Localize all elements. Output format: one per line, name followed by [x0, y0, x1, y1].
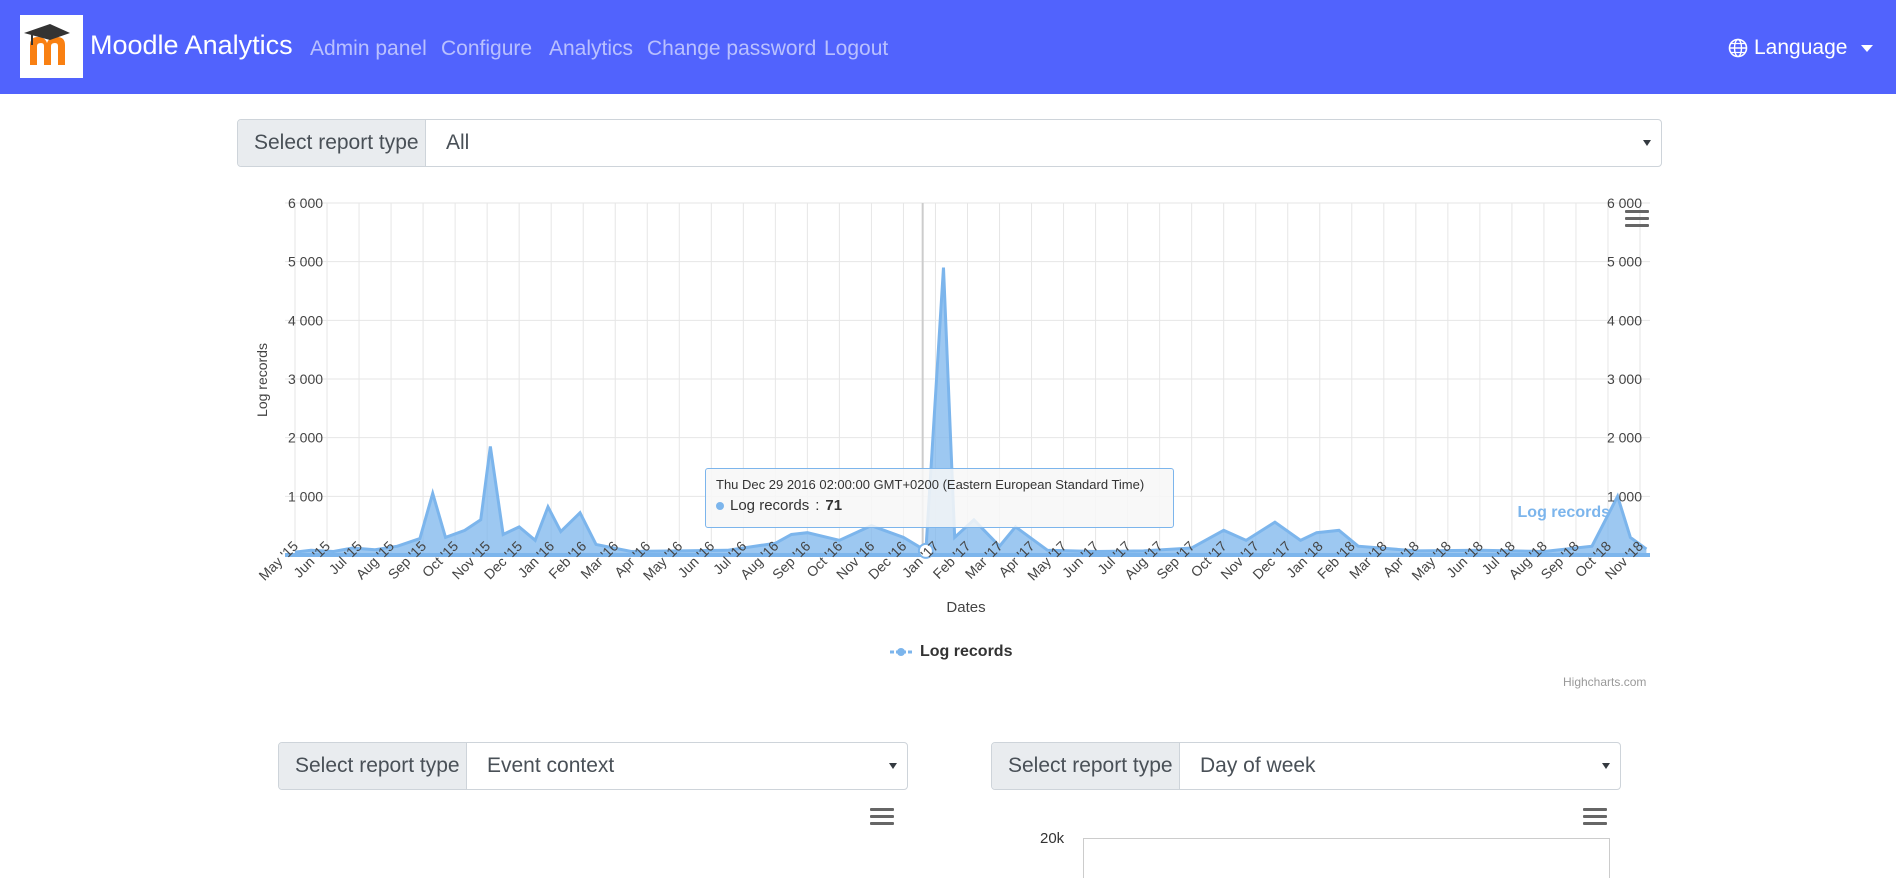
hamburger-menu-icon[interactable]	[870, 808, 894, 826]
language-label: Language	[1754, 36, 1848, 59]
nav-configure[interactable]: Configure	[441, 37, 532, 61]
globe-icon	[1728, 38, 1748, 58]
y-tick-label: 1 000	[288, 488, 323, 504]
y-tick-label-right: 2 000	[1607, 430, 1642, 446]
nav-change-password[interactable]: Change password	[647, 37, 816, 61]
y-tick-label-right: 6 000	[1607, 195, 1642, 211]
chevron-down-icon	[1602, 763, 1610, 769]
y-axis-title: Log records	[254, 343, 270, 417]
language-dropdown[interactable]: Language	[1728, 36, 1874, 60]
x-tick-label: May '15	[255, 538, 301, 584]
select-report-type-label: Select report type	[992, 743, 1180, 789]
y-tick-label-right: 4 000	[1607, 312, 1642, 328]
tooltip-series-marker	[716, 501, 724, 510]
log-records-chart[interactable]: 1 000 1 000 2 000 2 000 3 000 3 000 4 000 4 000…	[240, 190, 1660, 690]
brand-title[interactable]: Moodle Analytics	[90, 30, 293, 61]
left-report-select[interactable]: Select report type Event context	[278, 742, 908, 790]
chevron-down-icon	[889, 763, 897, 769]
moodle-logo-icon[interactable]	[20, 15, 83, 78]
series-inline-label: Log records	[1518, 504, 1611, 521]
small-chart-plot-area	[1083, 838, 1610, 878]
right-report-value: Day of week	[1200, 754, 1316, 777]
nav-logout[interactable]: Logout	[824, 37, 888, 61]
y-tick-label: 3 000	[288, 371, 323, 387]
x-tick-label: Jun '16	[674, 538, 717, 581]
x-tick-label: Jun '17	[1059, 538, 1102, 581]
right-report-select-value[interactable]: Day of week	[1180, 743, 1620, 789]
hamburger-menu-icon[interactable]	[1625, 210, 1649, 228]
nav-analytics[interactable]: Analytics	[549, 37, 633, 61]
x-axis-title: Dates	[946, 599, 985, 616]
select-report-type-label: Select report type	[238, 120, 426, 166]
y-tick-label: 5 000	[288, 254, 323, 270]
legend-label: Log records	[920, 643, 1013, 660]
tooltip-value: 71	[825, 497, 843, 514]
small-chart-ytick: 20k	[1040, 830, 1065, 847]
x-tick-label: Jun '18	[1443, 538, 1486, 581]
main-report-select-value[interactable]: All	[426, 120, 1661, 166]
nav-admin-panel[interactable]: Admin panel	[310, 37, 427, 61]
left-report-value: Event context	[487, 754, 615, 777]
tooltip-date: Thu Dec 29 2016 02:00:00 GMT+0200 (Easte…	[716, 477, 1145, 492]
navbar: Moodle Analytics Admin panel Configure A…	[0, 0, 1896, 94]
y-tick-label: 4 000	[288, 312, 323, 328]
y-tick-label-right: 5 000	[1607, 254, 1642, 270]
legend-marker-icon	[890, 648, 912, 656]
left-report-select-value[interactable]: Event context	[467, 743, 907, 789]
chart-credits[interactable]: Highcharts.com	[1563, 675, 1646, 689]
hamburger-menu-icon[interactable]	[1583, 808, 1607, 826]
y-tick-label-right: 3 000	[1607, 371, 1642, 387]
right-report-select[interactable]: Select report type Day of week	[991, 742, 1621, 790]
y-tick-label: 2 000	[288, 430, 323, 446]
main-report-value: All	[446, 131, 470, 154]
tooltip-series-name: Log records	[730, 497, 810, 514]
main-report-select[interactable]: Select report type All	[237, 119, 1662, 167]
x-tick-label: Jun '15	[290, 538, 333, 581]
y-tick-label-right: 1 000	[1607, 488, 1642, 504]
chart-tooltip: Thu Dec 29 2016 02:00:00 GMT+0200 (Easte…	[705, 468, 1174, 528]
chart-legend-item[interactable]: Log records	[890, 643, 1012, 661]
chevron-down-icon	[1643, 140, 1651, 146]
select-report-type-label: Select report type	[279, 743, 467, 789]
chevron-down-icon	[1861, 44, 1874, 52]
y-tick-label: 6 000	[288, 195, 323, 211]
